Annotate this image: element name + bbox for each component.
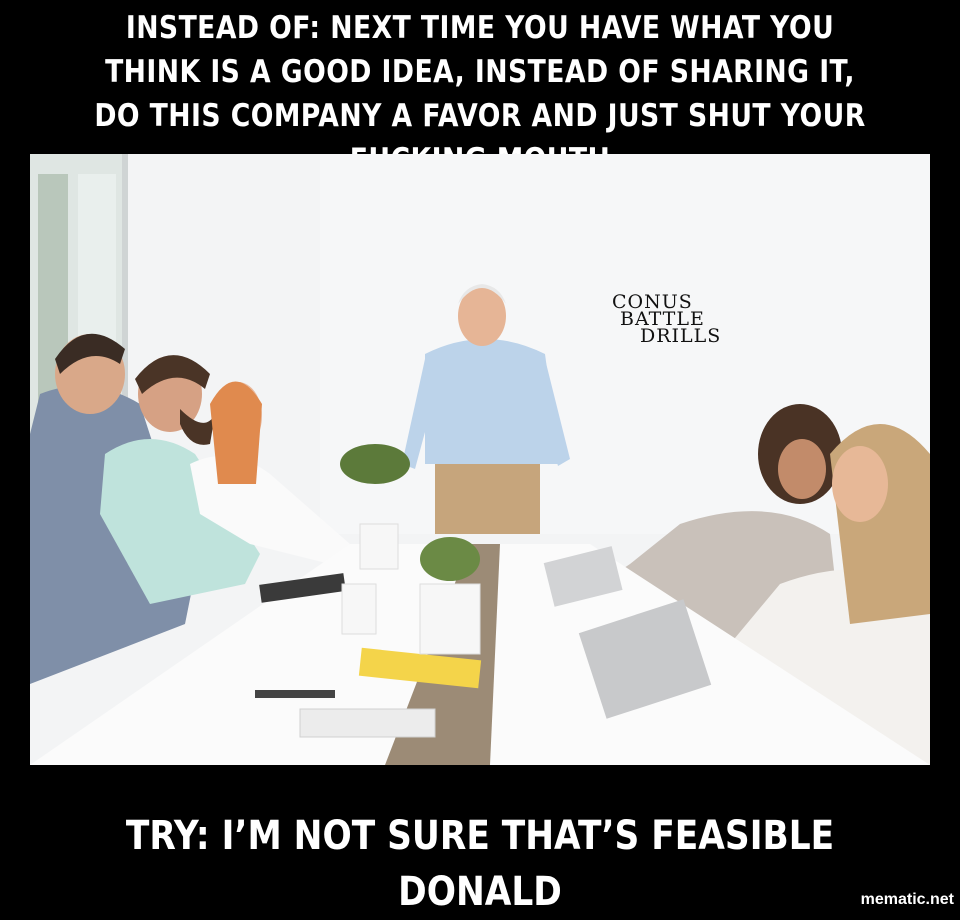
watermark-line3: DRILLS bbox=[640, 325, 722, 347]
meeting-illustration bbox=[30, 154, 930, 765]
plant-2 bbox=[419, 537, 481, 655]
conus-battle-drills-watermark: CONUS BATTLE DRILLS bbox=[612, 293, 722, 347]
meeting-photo: CONUS BATTLE DRILLS bbox=[30, 154, 930, 765]
mematic-credit: mematic.net bbox=[860, 891, 954, 908]
bottom-caption: TRY: I’M NOT SURE THAT’S FEASIBLE DONALD bbox=[125, 813, 835, 915]
